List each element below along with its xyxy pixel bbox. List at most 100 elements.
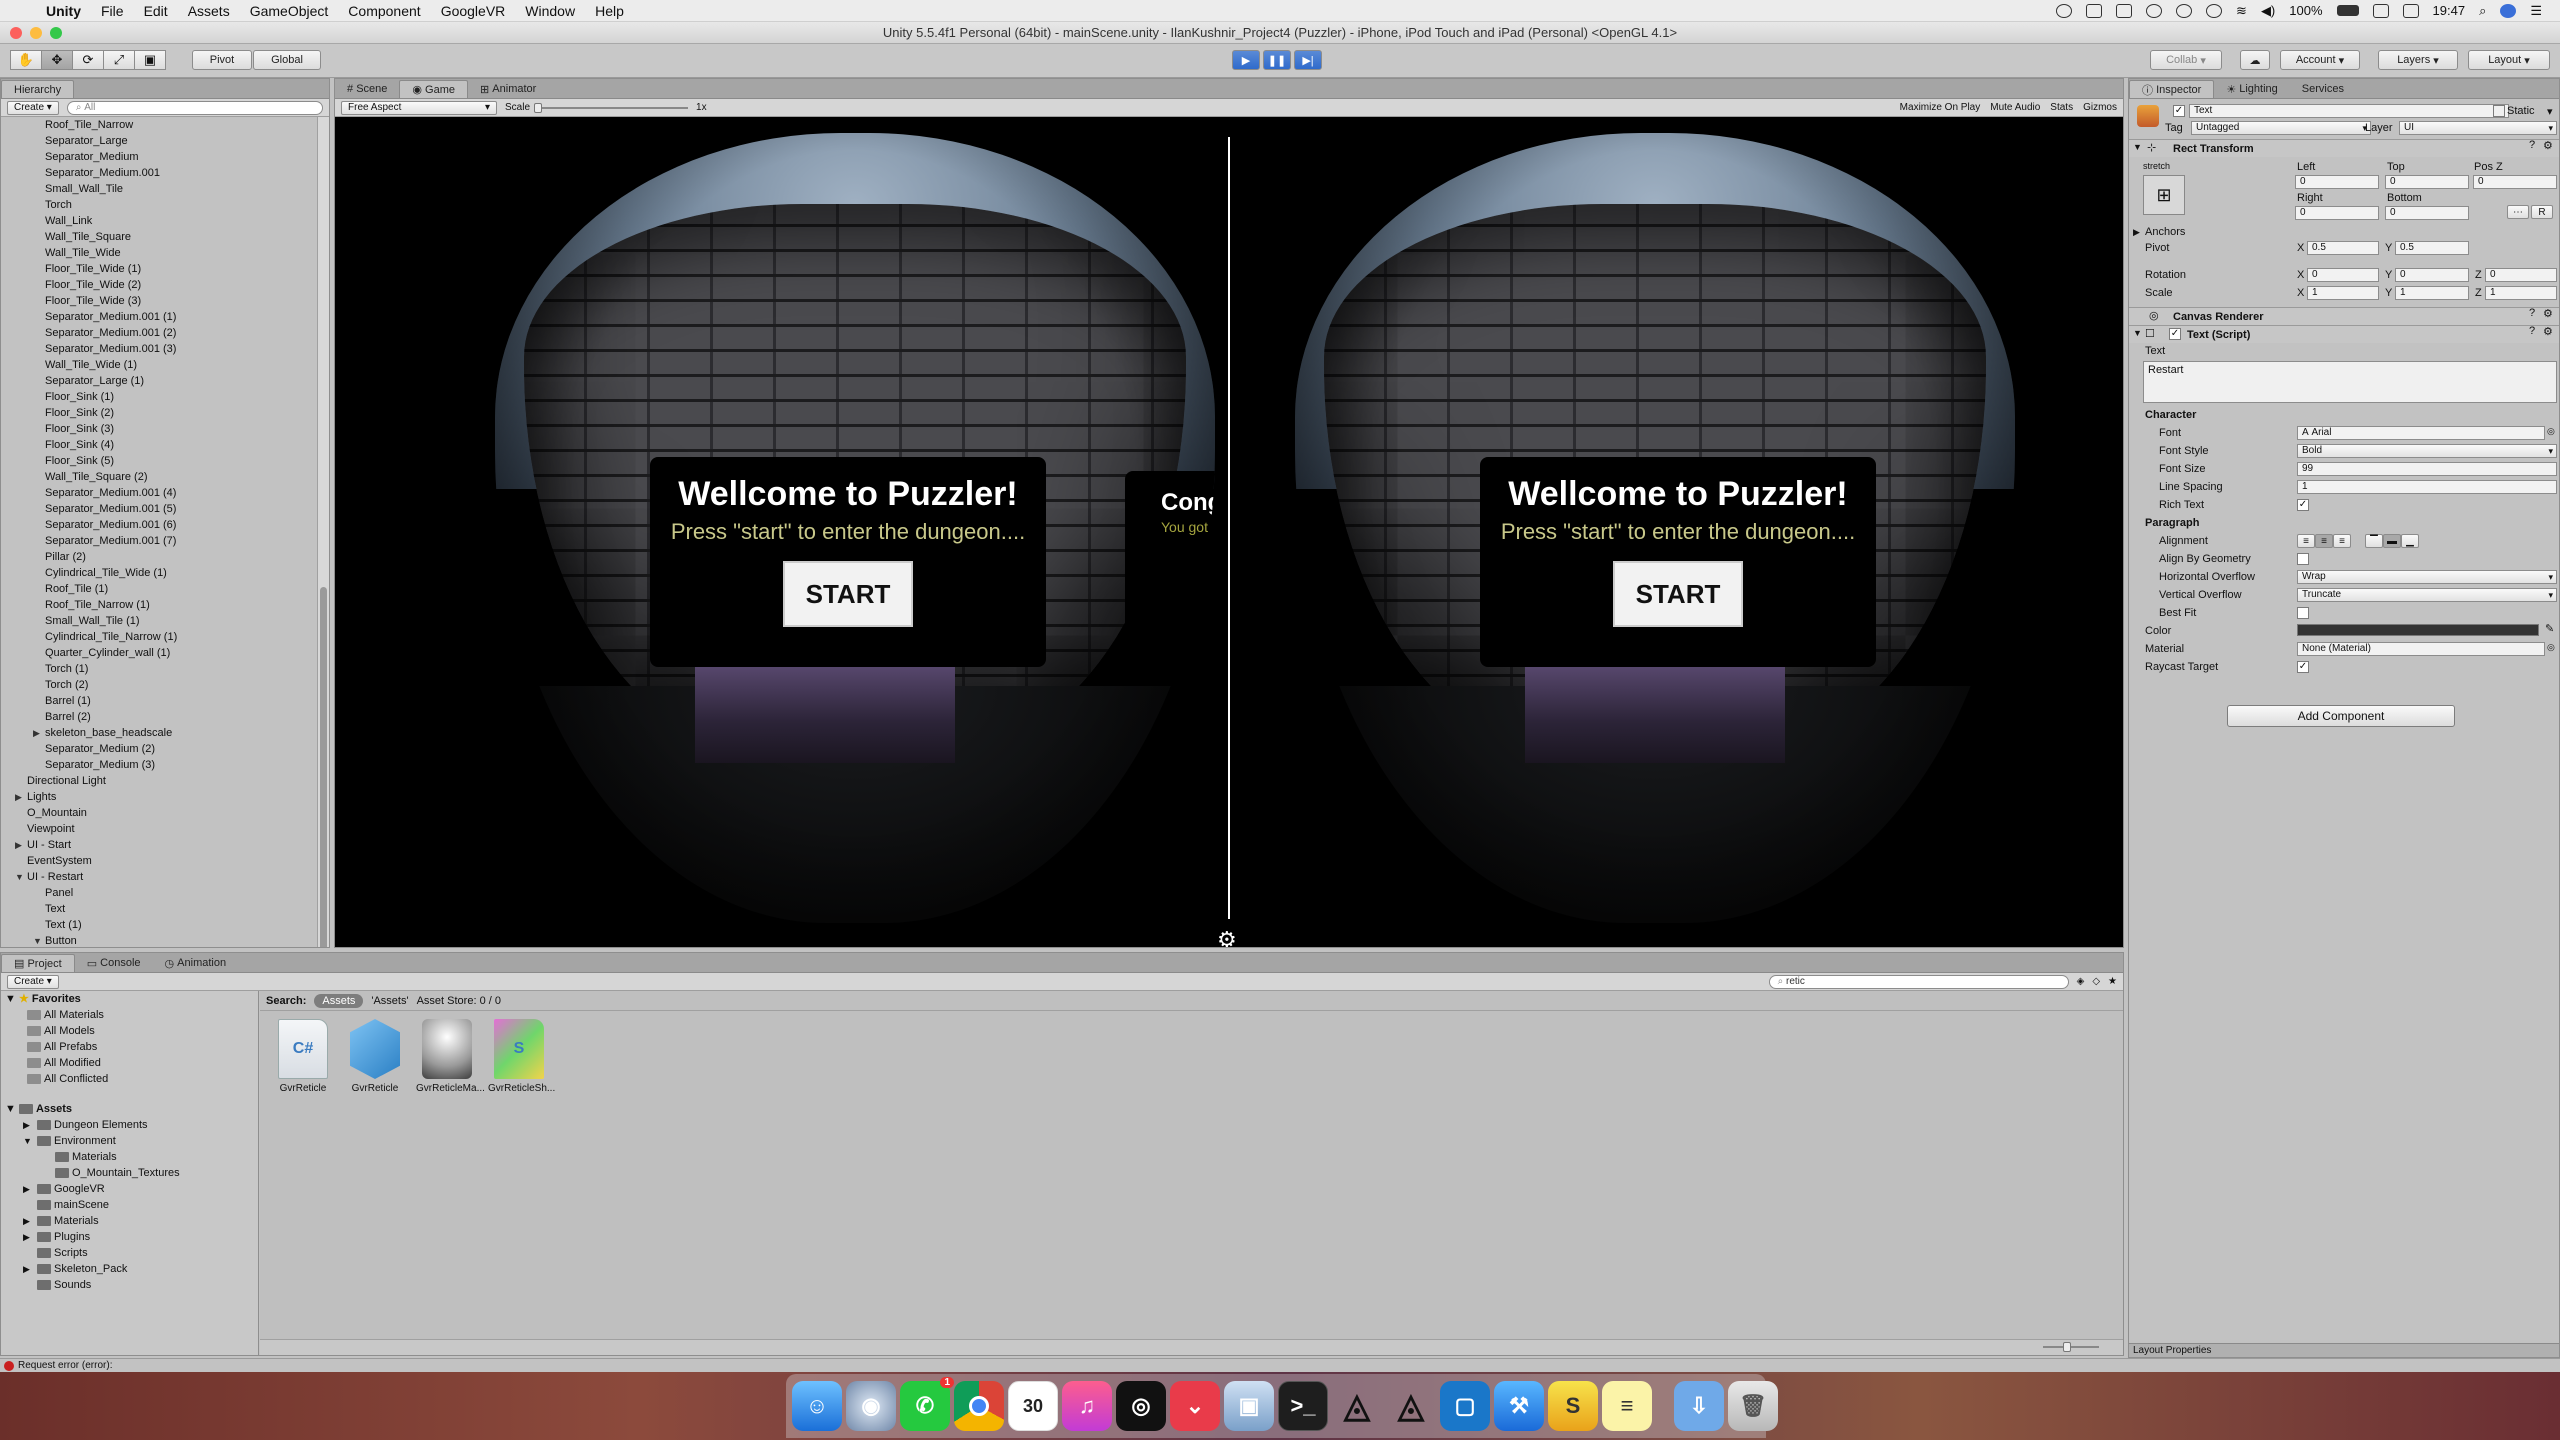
move-tool-icon[interactable]: ✥ — [41, 50, 73, 70]
menu-app-unity[interactable]: Unity — [36, 3, 91, 19]
asset-item[interactable]: S GvrReticleSh... — [488, 1019, 555, 1094]
color-swatch[interactable] — [2297, 624, 2539, 636]
menu-edit[interactable]: Edit — [134, 3, 178, 19]
bottom-field[interactable]: 0 — [2385, 206, 2469, 220]
scale-z-field[interactable]: 1 — [2485, 286, 2557, 300]
layers-dropdown[interactable]: Layers ▾ — [2378, 50, 2458, 70]
tab-hierarchy[interactable]: Hierarchy — [1, 80, 75, 98]
siri-icon[interactable] — [2500, 3, 2517, 18]
right-field[interactable]: 0 — [2295, 206, 2379, 220]
creative-cloud-icon[interactable] — [2116, 3, 2133, 18]
hierarchy-item[interactable]: Cylindrical_Tile_Narrow (1) — [1, 629, 317, 645]
expand-arrow-icon[interactable]: ▶ — [15, 789, 22, 805]
hierarchy-item[interactable]: Small_Wall_Tile (1) — [1, 613, 317, 629]
whatsapp-icon[interactable]: ✆ 1 — [900, 1377, 954, 1431]
menu-window[interactable]: Window — [515, 3, 585, 19]
tab-animator[interactable]: ⊞ Animator — [468, 80, 548, 98]
scale-slider-thumb[interactable] — [534, 102, 543, 113]
pivot-y-field[interactable]: 0.5 — [2395, 241, 2469, 255]
align-left-icon[interactable]: ≡ — [2297, 534, 2315, 548]
folder-item[interactable]: ▶ Materials — [1, 1213, 258, 1229]
hierarchy-item[interactable]: Floor_Sink (3) — [1, 421, 317, 437]
align-by-geometry-checkbox[interactable] — [2297, 553, 2309, 565]
zoom-window-button[interactable] — [50, 27, 62, 39]
hierarchy-item[interactable]: Floor_Sink (5) — [1, 453, 317, 469]
hierarchy-item[interactable]: Quarter_Cylinder_wall (1) — [1, 645, 317, 661]
hierarchy-item[interactable]: Separator_Medium.001 (7) — [1, 533, 317, 549]
component-gear-icon[interactable]: ⚙ — [2543, 307, 2553, 320]
blueprint-mode-button[interactable]: ⋯ — [2507, 205, 2529, 219]
simulator-icon[interactable]: ▢ — [1440, 1381, 1490, 1431]
font-field[interactable]: A Arial — [2297, 426, 2545, 440]
favorite-item[interactable]: All Materials — [1, 1007, 258, 1023]
hierarchy-item[interactable]: Roof_Tile (1) — [1, 581, 317, 597]
hierarchy-item[interactable]: Wall_Link — [1, 213, 317, 229]
expand-arrow-icon[interactable]: ▶ — [23, 1229, 30, 1245]
asset-store-toggle[interactable]: Asset Store: 0 / 0 — [417, 995, 501, 1007]
hierarchy-item[interactable]: ▶ UI - Start — [1, 837, 317, 853]
favorites-header[interactable]: ▼ ★ Favorites — [1, 991, 258, 1007]
rotation-z-field[interactable]: 0 — [2485, 268, 2557, 282]
bluetooth-icon[interactable] — [2206, 3, 2223, 18]
align-top-icon[interactable]: ▔ — [2365, 534, 2383, 548]
cloud-icon[interactable]: ☁ — [2240, 50, 2270, 70]
hierarchy-item[interactable]: ▶ skeleton_base_headscale — [1, 725, 317, 741]
object-picker-icon[interactable]: ◎ — [2547, 642, 2555, 653]
scope-assets-folder-toggle[interactable]: 'Assets' — [371, 995, 408, 1007]
align-right-icon[interactable]: ≡ — [2333, 534, 2351, 548]
expand-arrow-icon[interactable]: ▶ — [23, 1117, 30, 1133]
start-button[interactable]: START — [783, 561, 913, 627]
expand-arrow-icon[interactable]: ▶ — [23, 1213, 30, 1229]
layer-dropdown[interactable]: UI — [2399, 121, 2557, 135]
scale-y-field[interactable]: 1 — [2395, 286, 2469, 300]
rotate-tool-icon[interactable]: ⟳ — [72, 50, 104, 70]
close-window-button[interactable] — [10, 27, 22, 39]
itunes-icon[interactable]: ♫ — [1062, 1381, 1112, 1431]
search-by-label-icon[interactable]: ◇ — [2092, 976, 2100, 987]
start-button[interactable]: START — [1613, 561, 1743, 627]
folder-item[interactable]: ▼ Environment — [1, 1133, 258, 1149]
trash-icon[interactable]: 🗑 — [1728, 1381, 1778, 1431]
icon-size-thumb[interactable] — [2063, 1342, 2071, 1352]
favorite-item[interactable]: All Modified — [1, 1055, 258, 1071]
font-size-field[interactable]: 99 — [2297, 462, 2557, 476]
unity-icon[interactable]: ◬ — [1332, 1381, 1382, 1431]
hierarchy-item[interactable]: Floor_Sink (1) — [1, 389, 317, 405]
icon-size-slider[interactable] — [2043, 1342, 2099, 1352]
step-button[interactable]: ▶| — [1294, 50, 1322, 70]
tab-inspector[interactable]: ⓘ Inspector — [2129, 80, 2215, 98]
tab-lighting[interactable]: ☀ Lighting — [2214, 80, 2289, 98]
flag-icon[interactable] — [2402, 3, 2419, 18]
hierarchy-item[interactable]: Separator_Medium (2) — [1, 741, 317, 757]
hierarchy-item[interactable]: Roof_Tile_Narrow — [1, 117, 317, 133]
hierarchy-item[interactable]: Wall_Tile_Square (2) — [1, 469, 317, 485]
favorite-star-icon[interactable]: ★ — [2108, 976, 2117, 987]
vertical-overflow-dropdown[interactable]: Truncate — [2297, 588, 2557, 602]
play-button[interactable]: ▶ — [1232, 50, 1260, 70]
hierarchy-search-input[interactable]: ⌕ All — [66, 100, 323, 115]
menu-gameobject[interactable]: GameObject — [240, 3, 339, 19]
text-enabled-checkbox[interactable]: ✓ — [2169, 328, 2181, 340]
asset-item[interactable]: GvrReticleMa... — [416, 1019, 485, 1094]
battery-percent[interactable]: 100% — [2289, 3, 2322, 18]
hierarchy-item[interactable]: Separator_Large — [1, 133, 317, 149]
sketch-icon[interactable]: S — [1548, 1381, 1598, 1431]
hierarchy-item[interactable]: Wall_Tile_Square — [1, 229, 317, 245]
canvas-renderer-header[interactable]: Canvas Renderer — [2129, 307, 2559, 325]
hierarchy-item[interactable]: Small_Wall_Tile — [1, 181, 317, 197]
align-middle-icon[interactable]: ▬ — [2383, 534, 2401, 548]
dropbox-icon[interactable] — [2086, 3, 2103, 18]
asset-item[interactable]: C# GvrReticle — [272, 1019, 334, 1094]
help-icon[interactable]: ? — [2529, 325, 2535, 337]
hierarchy-item[interactable]: Pillar (2) — [1, 549, 317, 565]
finder-icon[interactable]: ☺ — [792, 1381, 842, 1431]
pivot-x-field[interactable]: 0.5 — [2307, 241, 2379, 255]
raycast-target-checkbox[interactable]: ✓ — [2297, 661, 2309, 673]
rotation-x-field[interactable]: 0 — [2307, 268, 2379, 282]
expand-arrow-icon[interactable]: ▶ — [23, 1261, 30, 1277]
hierarchy-item[interactable]: Directional Light — [1, 773, 317, 789]
left-field[interactable]: 0 — [2295, 175, 2379, 189]
pocket-icon[interactable]: ⌄ — [1170, 1381, 1220, 1431]
folder-item[interactable]: O_Mountain_Textures — [1, 1165, 258, 1181]
menu-assets[interactable]: Assets — [178, 3, 240, 19]
